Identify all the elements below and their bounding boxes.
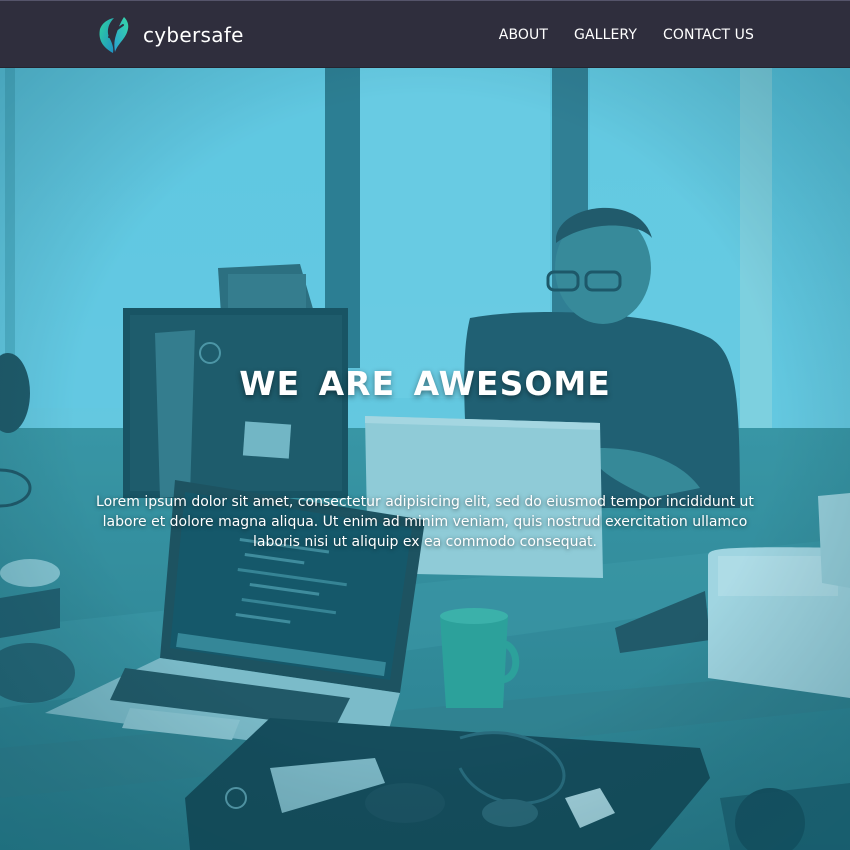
brand-link[interactable]: cybersafe (96, 15, 244, 55)
nav-item-about[interactable]: ABOUT (499, 27, 548, 43)
main-nav: ABOUT GALLERY CONTACT US (499, 1, 754, 69)
brand-name: cybersafe (143, 23, 244, 47)
nav-item-contact-us[interactable]: CONTACT US (663, 27, 754, 43)
hero-overlay (0, 68, 850, 850)
hero-section: WE ARE AWESOME Lorem ipsum dolor sit ame… (0, 68, 850, 850)
hero-title: WE ARE AWESOME (239, 364, 611, 403)
leaf-shield-logo-icon (99, 17, 129, 53)
nav-item-gallery[interactable]: GALLERY (574, 27, 637, 43)
site-header: cybersafe ABOUT GALLERY CONTACT US (0, 0, 850, 68)
page: cybersafe ABOUT GALLERY CONTACT US WE AR… (0, 0, 850, 850)
hero-description: Lorem ipsum dolor sit amet, consectetur … (96, 494, 754, 550)
